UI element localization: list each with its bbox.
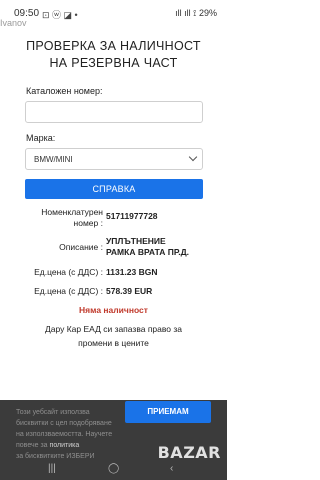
chevron-down-icon (188, 152, 198, 162)
availability-status: Няма наличност (79, 305, 148, 315)
description-value-line2: РАМКА ВРАТА ПР.Д. (106, 247, 190, 257)
accept-cookies-button[interactable]: ПРИЕМАМ (125, 401, 211, 423)
description-value-line1: УПЛЪТНЕНИЕ (106, 236, 166, 246)
description-value: УПЛЪТНЕНИЕ РАМКА ВРАТА ПР.Д. (106, 236, 189, 258)
nomenclature-label: Номенклатурен номер : (41, 207, 103, 229)
cookie-policy-link[interactable]: политика (50, 442, 80, 449)
brand-select-value: BMW/MINI (34, 155, 73, 164)
cookie-text-line4: повече за политика (16, 440, 121, 451)
description-label: Описание : (59, 242, 103, 252)
check-button[interactable]: СПРАВКА (25, 179, 203, 199)
back-icon[interactable]: ‹ (170, 463, 173, 474)
brand-select[interactable]: BMW/MINI (25, 148, 203, 170)
cookie-text-line4-prefix: повече за (16, 442, 50, 449)
cookie-text-line1: Този уебсайт използва (16, 409, 90, 416)
status-indicators: ıll ıll ⟟ 29% (175, 8, 217, 18)
page-title-line2: НА РЕЗЕРВНА ЧАСТ (49, 56, 178, 70)
price-eur-label: Ед.цена (с ДДС) : (34, 286, 103, 296)
price-bgn-label: Ед.цена (с ДДС) : (34, 267, 103, 277)
price-bgn-value: 1131.23 BGN (106, 267, 158, 277)
page-title: ПРОВЕРКА ЗА НАЛИЧНОСТ НА РЕЗЕРВНА ЧАСТ (0, 38, 227, 72)
price-disclaimer-line1: Дару Кар ЕАД си запазва право за (44, 324, 183, 334)
nomenclature-value: 51711977728 (106, 211, 158, 221)
status-bar: 09:50 ⊡ ⓦ ◪ • ıll ıll ⟟ 29% (0, 0, 227, 26)
price-eur-value: 578.39 EUR (106, 286, 153, 296)
nomenclature-label-line2: номер : (73, 218, 103, 228)
catalog-number-input[interactable] (25, 101, 203, 123)
page-title-line1: ПРОВЕРКА ЗА НАЛИЧНОСТ (26, 39, 201, 53)
cookie-text-line3: на използваемостта. Научете (16, 431, 113, 438)
cookie-text-line2: бисквитки с цел подобряване (16, 420, 112, 427)
price-disclaimer-line2: промени в цените (78, 338, 149, 348)
recent-apps-icon[interactable]: ||| (48, 463, 56, 474)
system-nav-bar: ||| ◯ ‹ (0, 458, 227, 480)
watermark-text: Ivanov (0, 18, 27, 28)
home-icon[interactable]: ◯ (108, 463, 119, 474)
cookie-text: Този уебсайт използва бисквитки с цел по… (16, 407, 121, 462)
brand-label: Марка: (26, 133, 56, 143)
notification-icons: ⊡ ⓦ ◪ • (42, 10, 78, 20)
catalog-number-label: Каталожен номер: (26, 86, 103, 96)
price-disclaimer: Дару Кар ЕАД си запазва право за промени… (20, 322, 207, 350)
nomenclature-label-line1: Номенклатурен (41, 207, 103, 217)
